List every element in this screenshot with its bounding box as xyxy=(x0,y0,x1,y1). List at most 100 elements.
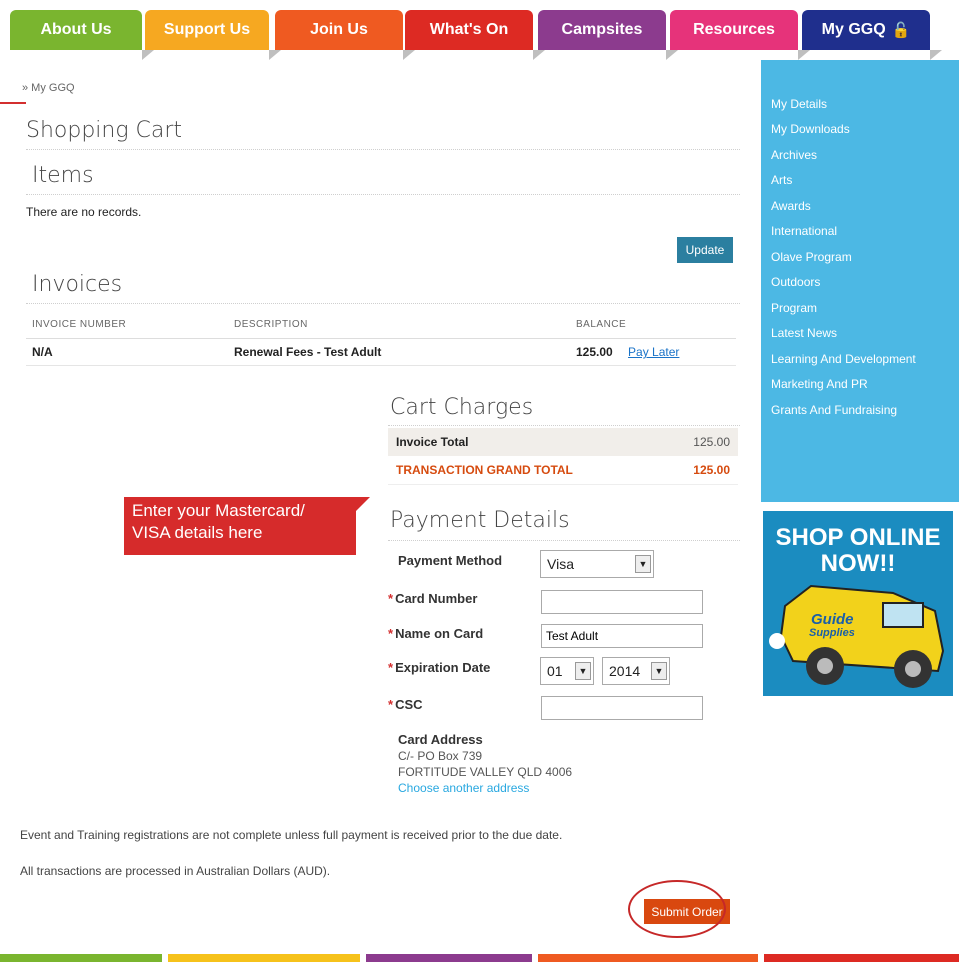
sidebar-item-archives[interactable]: Archives xyxy=(771,148,817,162)
tab-label: What's On xyxy=(429,21,509,38)
cart-charges-table: Invoice Total 125.00 TRANSACTION GRAND T… xyxy=(388,428,738,485)
chevron-down-icon[interactable]: ▼ xyxy=(575,662,591,680)
invoices-table: INVOICE NUMBER DESCRIPTION BALANCE N/A R… xyxy=(26,315,736,366)
breadcrumb[interactable]: » My GGQ xyxy=(22,82,75,94)
required-icon: * xyxy=(388,626,394,641)
grand-total-label: TRANSACTION GRAND TOTAL xyxy=(396,463,573,477)
tab-support-us[interactable]: Support Us xyxy=(145,10,281,60)
divider xyxy=(388,540,740,541)
expiry-month-select[interactable]: 01 ▼ xyxy=(540,657,594,685)
csc-label-text: CSC xyxy=(395,697,423,712)
col-invoice-number: INVOICE NUMBER xyxy=(26,315,228,339)
divider xyxy=(26,194,740,195)
highlight-circle xyxy=(628,880,726,938)
tab-label: Join Us xyxy=(310,21,368,38)
tab-label: Resources xyxy=(693,21,775,38)
card-number-label: * Card Number xyxy=(388,591,477,606)
divider xyxy=(26,149,740,150)
divider xyxy=(26,303,740,304)
choose-address-link[interactable]: Choose another address xyxy=(398,780,572,796)
tab-my-ggq[interactable]: My GGQ 🔓 xyxy=(802,10,942,60)
card-number-label-text: Card Number xyxy=(395,591,478,606)
tab-label: Campsites xyxy=(561,21,643,38)
payment-method-label: Payment Method xyxy=(398,553,503,568)
sidebar-item-grants-fundraising[interactable]: Grants And Fundraising xyxy=(771,403,897,417)
sidebar-item-marketing-pr[interactable]: Marketing And PR xyxy=(771,377,868,391)
items-heading: Items xyxy=(32,163,94,188)
invoice-number: N/A xyxy=(26,338,228,366)
expiration-date-label: * Expiration Date xyxy=(388,660,490,675)
payment-method-value: Visa xyxy=(547,556,574,572)
col-description: DESCRIPTION xyxy=(228,315,570,339)
sidebar-item-awards[interactable]: Awards xyxy=(771,199,811,213)
pay-later-link[interactable]: Pay Later xyxy=(628,345,679,359)
required-icon: * xyxy=(388,591,394,606)
payment-method-select[interactable]: Visa ▼ xyxy=(540,550,654,578)
expiry-year-value: 2014 xyxy=(609,663,641,679)
footer-bar-purple xyxy=(366,954,532,962)
callout-line-1: Enter your Mastercard/ xyxy=(132,501,305,520)
address-line-2: FORTITUDE VALLEY QLD 4006 xyxy=(398,765,573,779)
empty-items-text: There are no records. xyxy=(26,205,142,219)
required-icon: * xyxy=(388,697,394,712)
sidebar: My Details My Downloads Archives Arts Aw… xyxy=(761,60,959,502)
address-line-1: C/- PO Box 739 xyxy=(398,749,483,763)
footer-bar-yellow xyxy=(168,954,360,962)
card-address: Card Address C/- PO Box 739 FORTITUDE VA… xyxy=(398,732,572,796)
grand-total-value: 125.00 xyxy=(693,463,730,477)
tab-whats-on[interactable]: What's On xyxy=(405,10,545,60)
sidebar-item-my-downloads[interactable]: My Downloads xyxy=(771,122,850,136)
invoice-total-row: Invoice Total 125.00 xyxy=(388,428,738,456)
update-button[interactable]: Update xyxy=(677,237,733,263)
chevron-down-icon[interactable]: ▼ xyxy=(635,555,651,573)
chevron-down-icon[interactable]: ▼ xyxy=(651,662,667,680)
accent-line xyxy=(0,102,26,104)
shop-online-banner[interactable]: SHOP ONLINE NOW!! Guide Supplies xyxy=(763,511,953,696)
csc-input[interactable] xyxy=(541,696,703,720)
sidebar-item-program[interactable]: Program xyxy=(771,301,817,315)
page-title: Shopping Cart xyxy=(26,118,183,143)
sidebar-item-learning-development[interactable]: Learning And Development xyxy=(771,352,916,366)
sidebar-item-international[interactable]: International xyxy=(771,224,837,238)
invoice-total-label: Invoice Total xyxy=(396,435,469,449)
sidebar-item-olave-program[interactable]: Olave Program xyxy=(771,250,852,264)
sidebar-item-outdoors[interactable]: Outdoors xyxy=(771,275,820,289)
payment-note: Event and Training registrations are not… xyxy=(20,828,563,842)
tab-label: Support Us xyxy=(163,21,251,38)
name-on-card-input[interactable] xyxy=(541,624,703,648)
lock-icon: 🔓 xyxy=(891,22,911,39)
footer-bar-red xyxy=(764,954,959,962)
csc-label: * CSC xyxy=(388,697,423,712)
callout-line-2: VISA details here xyxy=(132,523,263,542)
payment-details-heading: Payment Details xyxy=(390,508,570,533)
tab-join-us[interactable]: Join Us xyxy=(275,10,415,60)
footer-bar-green xyxy=(0,954,162,962)
currency-note: All transactions are processed in Austra… xyxy=(20,864,331,878)
tab-campsites[interactable]: Campsites xyxy=(538,10,678,60)
table-row: N/A Renewal Fees - Test Adult 125.00 Pay… xyxy=(26,338,736,366)
instruction-callout: Enter your Mastercard/ VISA details here xyxy=(124,497,370,555)
main-nav: About Us Support Us Join Us What's On Ca… xyxy=(0,0,959,60)
invoice-description: Renewal Fees - Test Adult xyxy=(228,338,570,366)
cart-charges-heading: Cart Charges xyxy=(390,395,534,420)
sidebar-item-my-details[interactable]: My Details xyxy=(771,97,827,111)
expiry-month-value: 01 xyxy=(547,663,563,679)
tab-label: My GGQ xyxy=(821,21,886,38)
sidebar-item-arts[interactable]: Arts xyxy=(771,173,792,187)
divider xyxy=(388,425,740,426)
footer-bar-orange xyxy=(538,954,758,962)
name-on-card-label: * Name on Card xyxy=(388,626,483,641)
expiration-date-label-text: Expiration Date xyxy=(395,660,491,675)
tab-about-us[interactable]: About Us xyxy=(10,10,154,60)
tab-label: About Us xyxy=(40,21,112,38)
card-number-input[interactable] xyxy=(541,590,703,614)
grand-total-row: TRANSACTION GRAND TOTAL 125.00 xyxy=(388,456,738,485)
name-on-card-label-text: Name on Card xyxy=(395,626,484,641)
van-text-supplies: Supplies xyxy=(809,627,855,639)
table-header-row: INVOICE NUMBER DESCRIPTION BALANCE xyxy=(26,315,736,339)
card-address-heading: Card Address xyxy=(398,732,483,747)
expiry-year-select[interactable]: 2014 ▼ xyxy=(602,657,670,685)
sidebar-item-latest-news[interactable]: Latest News xyxy=(771,326,837,340)
van-text-guide: Guide xyxy=(811,611,854,628)
tab-resources[interactable]: Resources xyxy=(670,10,810,60)
